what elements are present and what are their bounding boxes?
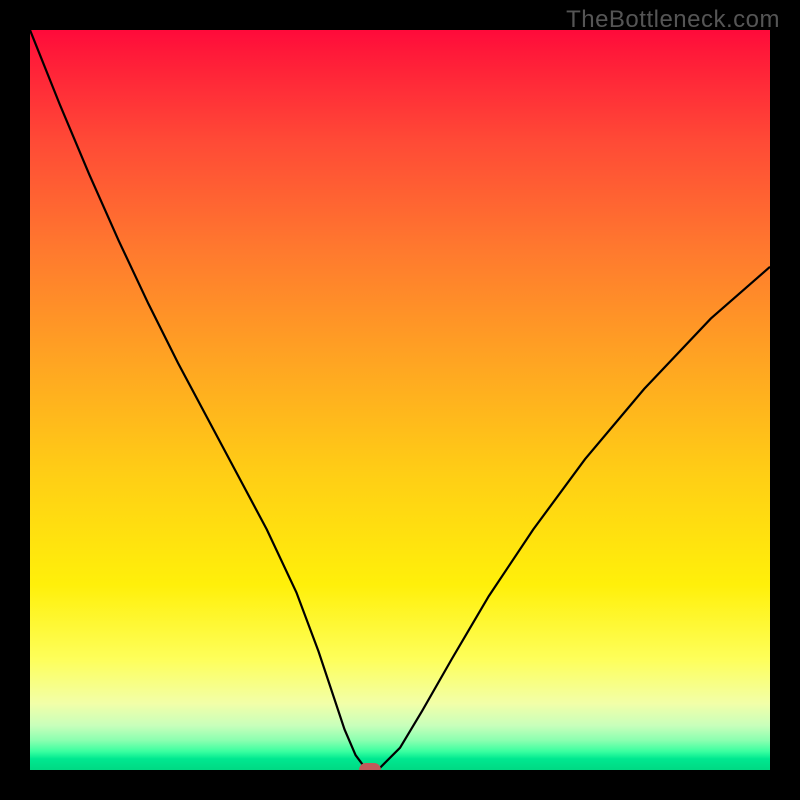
watermark-text: TheBottleneck.com	[566, 6, 780, 34]
chart-curve	[30, 30, 770, 770]
chart-marker	[359, 763, 381, 770]
chart-plot-area	[30, 30, 770, 770]
